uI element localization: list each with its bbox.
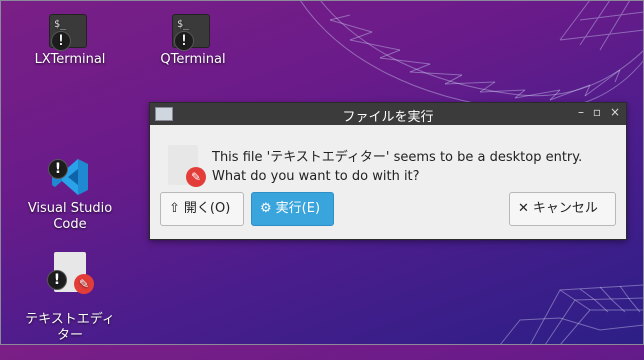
dialog-titlebar[interactable]: ファイルを実行 – ▫ × [150, 103, 626, 125]
desktop-icon-qterminal[interactable]: $_ ! QTerminal [148, 14, 238, 68]
message-line-2: What do you want to do with it? [212, 169, 420, 184]
warning-icon: ! [48, 159, 68, 179]
desktop-icon-label: Visual Studio Code [27, 201, 113, 232]
desktop-entry-icon: ✎ [168, 145, 206, 187]
terminal-icon: $_ ! [49, 14, 87, 51]
warning-icon: ! [174, 31, 194, 51]
pencil-icon: ✎ [186, 167, 206, 187]
warning-icon: ! [51, 31, 71, 51]
execute-file-dialog: ファイルを実行 – ▫ × ✎ This file 'テキストエディター' se… [149, 102, 627, 240]
open-button[interactable]: ⇧ 開く(O) [160, 192, 244, 226]
cancel-button-label: キャンセル [532, 201, 598, 216]
desktop-icon-lxterminal[interactable]: $_ ! LXTerminal [25, 14, 115, 68]
warning-icon: ! [47, 270, 67, 290]
message-line-1: This file 'テキストエディター' seems to be a desk… [212, 150, 583, 165]
dialog-message: This file 'テキストエディター' seems to be a desk… [212, 148, 582, 186]
document-icon: ✎ [168, 145, 206, 187]
open-button-label: 開く(O) [183, 201, 231, 216]
desktop-icon-label: QTerminal [160, 52, 226, 67]
document-icon: ! ✎ [47, 252, 94, 294]
close-button[interactable]: × [608, 105, 622, 119]
dialog-title: ファイルを実行 [342, 110, 434, 125]
run-button-label: 実行(E) [275, 201, 321, 216]
terminal-icon: $_ ! [172, 14, 210, 51]
desktop-icon-label: LXTerminal [34, 52, 106, 67]
run-button[interactable]: ⚙ 実行(E) [251, 192, 334, 226]
terminal-prompt-glyph: $_ [54, 19, 67, 30]
upload-icon: ⇧ [169, 201, 180, 216]
desktop-icon-vscode[interactable]: ! Visual Studio Code [15, 125, 125, 249]
cancel-button[interactable]: ✕ キャンセル [509, 192, 616, 226]
desktop-icon-label: テキストエディ ター [25, 312, 115, 343]
close-icon: ✕ [518, 201, 529, 216]
gear-icon: ⚙ [260, 201, 272, 216]
vscode-icon: ! [48, 141, 90, 195]
terminal-prompt-glyph: $_ [177, 19, 190, 30]
desktop-icon-text-editor[interactable]: ! ✎ テキストエディ ター [10, 236, 130, 360]
pencil-icon: ✎ [74, 274, 94, 294]
minimize-button[interactable]: – [574, 105, 588, 119]
maximize-button[interactable]: ▫ [590, 105, 604, 119]
